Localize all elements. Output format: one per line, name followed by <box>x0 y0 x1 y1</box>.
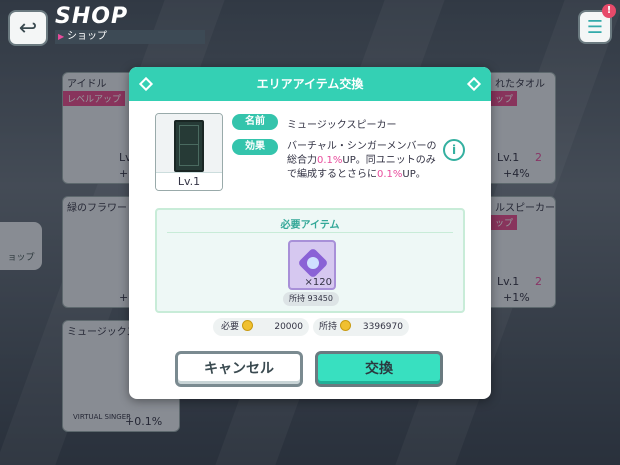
item-level: Lv.1 <box>156 172 222 190</box>
cost-need-value: 20000 <box>274 322 303 332</box>
back-button[interactable]: ↩ <box>8 10 48 46</box>
divider <box>167 232 453 233</box>
coin-icon <box>339 320 351 331</box>
cost-own-label: 所持 <box>319 322 338 332</box>
menu-icon: ☰ <box>586 16 604 38</box>
required-items-title: 必要アイテム <box>280 220 340 231</box>
info-button[interactable]: i <box>443 139 465 161</box>
effect-label: 効果 <box>232 139 278 155</box>
speaker-icon <box>174 120 204 172</box>
required-quantity: ×120 <box>304 277 332 288</box>
required-items-box: 必要アイテム ×120 所持 93450 <box>155 208 465 313</box>
item-image <box>156 114 222 172</box>
cost-owned: 所持 3396970 <box>313 318 409 336</box>
name-label: 名前 <box>232 114 278 130</box>
effect-highlight: 0.1% <box>377 169 403 180</box>
exchange-dialog: エリアアイテム交換 Lv.1 名前 ミュージックスピーカー 効果 バーチャル・シ… <box>129 67 491 399</box>
dialog-header: エリアアイテム交換 <box>129 67 491 101</box>
page-subtitle: ショップ <box>55 30 205 44</box>
cost-required: 必要 20000 <box>213 318 309 336</box>
required-owned: 所持 93450 <box>283 292 339 306</box>
item-name: ミュージックスピーカー <box>287 120 397 131</box>
item-effect: バーチャル・シンガーメンバーの総合力0.1%UP。同ユニットのみで編成するとさら… <box>287 140 437 182</box>
coin-icon <box>241 320 253 331</box>
required-item-icon[interactable]: ×120 <box>288 240 336 290</box>
back-arrow-icon: ↩ <box>18 15 38 41</box>
diamond-icon <box>466 76 482 92</box>
cost-need-label: 必要 <box>221 322 240 332</box>
cost-own-value: 3396970 <box>362 322 403 332</box>
effect-text: UP。 <box>402 169 426 180</box>
item-thumbnail: Lv.1 <box>155 113 223 191</box>
page-title: SHOP <box>55 4 129 29</box>
moon-icon <box>307 257 319 269</box>
dialog-title: エリアアイテム交換 <box>256 77 364 91</box>
effect-highlight: 0.1% <box>317 155 343 166</box>
diamond-icon <box>138 76 154 92</box>
exchange-button[interactable]: 交換 <box>315 351 443 387</box>
cancel-button[interactable]: キャンセル <box>175 351 303 387</box>
menu-notification-badge: ! <box>602 4 616 18</box>
